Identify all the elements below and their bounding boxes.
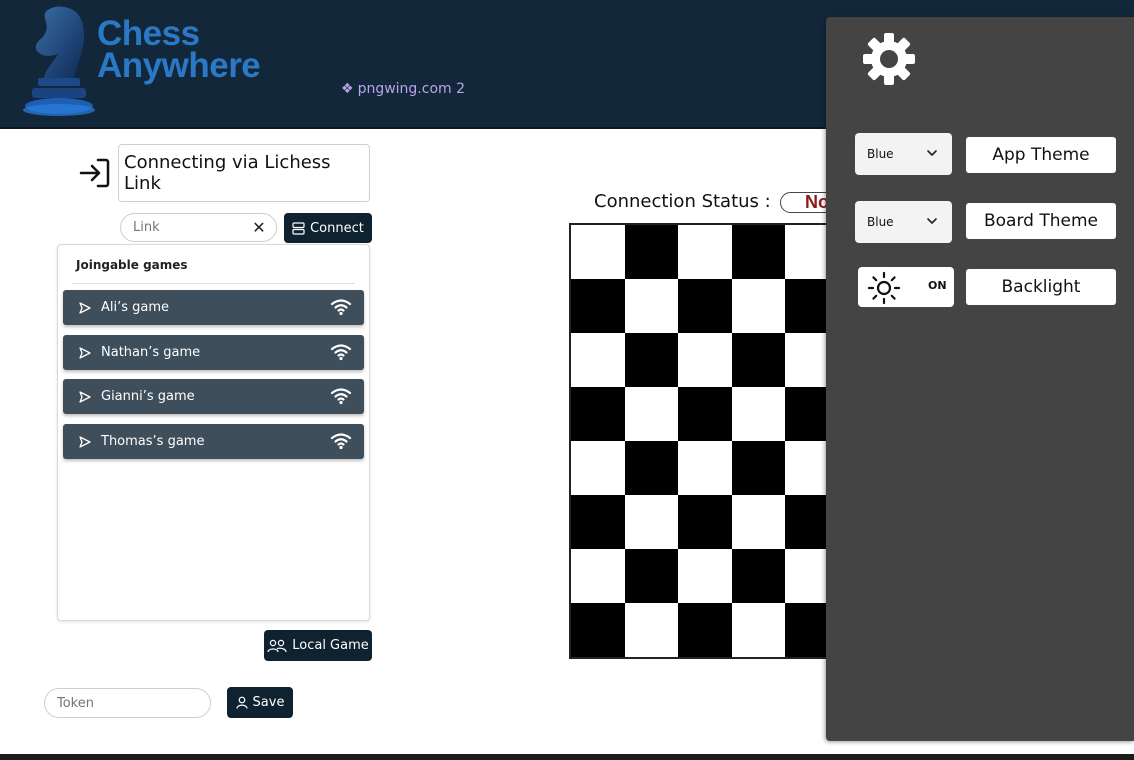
backlight-label: Backlight — [966, 269, 1116, 305]
board-square[interactable] — [571, 387, 625, 441]
joinable-games-panel: Joingable games Ali’s game Nathan’s game… — [57, 244, 370, 621]
board-square[interactable] — [624, 333, 678, 387]
game-item[interactable]: Thomas’s game — [63, 424, 364, 459]
watermark-icon: ❖ — [341, 81, 354, 97]
knight-logo-icon — [23, 6, 95, 116]
backlight-toggle[interactable]: ON — [858, 267, 954, 307]
board-square[interactable] — [678, 603, 732, 657]
board-square[interactable] — [678, 333, 732, 387]
board-square[interactable] — [571, 279, 625, 333]
app-logo-text: Chess Anywhere — [97, 16, 261, 85]
app-theme-label: App Theme — [966, 137, 1116, 173]
login-icon — [79, 158, 110, 188]
sun-icon — [867, 271, 901, 305]
game-item-label: Gianni’s game — [101, 389, 195, 404]
bottom-bar — [0, 754, 1134, 760]
board-square[interactable] — [731, 225, 785, 279]
connect-button[interactable]: Connect — [284, 213, 372, 243]
token-input[interactable] — [44, 688, 211, 718]
game-item[interactable]: Gianni’s game — [63, 379, 364, 414]
chevron-down-icon — [927, 150, 937, 156]
send-icon — [79, 390, 91, 403]
board-square[interactable] — [731, 603, 785, 657]
wifi-icon — [330, 344, 352, 361]
board-square[interactable] — [624, 549, 678, 603]
users-icon — [267, 639, 287, 652]
board-square[interactable] — [624, 279, 678, 333]
app-name-line2: Anywhere — [97, 46, 261, 85]
board-square[interactable] — [678, 387, 732, 441]
board-square[interactable] — [731, 441, 785, 495]
save-button-label: Save — [252, 695, 285, 710]
board-square[interactable] — [731, 549, 785, 603]
settings-panel: Blue App Theme Blue Board Theme ON Backl… — [826, 17, 1134, 741]
connection-title: Connecting via Lichess Link — [118, 144, 370, 202]
clear-link-icon[interactable]: ✕ — [252, 218, 266, 238]
save-button[interactable]: Save — [227, 687, 293, 718]
board-square[interactable] — [678, 549, 732, 603]
divider — [72, 283, 355, 284]
watermark: ❖ pngwing.com 2 — [341, 81, 465, 97]
board-square[interactable] — [678, 495, 732, 549]
board-theme-select[interactable]: Blue — [855, 201, 952, 243]
watermark-text: pngwing.com 2 — [357, 81, 466, 97]
send-icon — [79, 301, 91, 314]
game-item[interactable]: Nathan’s game — [63, 335, 364, 370]
app-theme-select[interactable]: Blue — [855, 133, 952, 175]
game-item[interactable]: Ali’s game — [63, 290, 364, 325]
board-square[interactable] — [571, 225, 625, 279]
board-square[interactable] — [624, 603, 678, 657]
server-icon — [292, 221, 305, 235]
wifi-icon — [330, 299, 352, 316]
board-square[interactable] — [678, 441, 732, 495]
board-square[interactable] — [624, 225, 678, 279]
backlight-state: ON — [928, 279, 947, 292]
board-square[interactable] — [731, 387, 785, 441]
board-square[interactable] — [624, 495, 678, 549]
board-square[interactable] — [731, 279, 785, 333]
board-square[interactable] — [731, 495, 785, 549]
wifi-icon — [330, 433, 352, 450]
board-square[interactable] — [678, 225, 732, 279]
gear-icon[interactable] — [859, 29, 919, 89]
board-theme-value: Blue — [867, 215, 894, 229]
board-square[interactable] — [624, 441, 678, 495]
board-theme-label: Board Theme — [966, 203, 1116, 239]
board-square[interactable] — [731, 333, 785, 387]
connect-button-label: Connect — [310, 220, 364, 236]
wifi-icon — [330, 388, 352, 405]
board-square[interactable] — [678, 279, 732, 333]
board-square[interactable] — [571, 495, 625, 549]
board-square[interactable] — [571, 549, 625, 603]
local-game-button[interactable]: Local Game — [264, 630, 372, 661]
game-item-label: Ali’s game — [101, 300, 170, 315]
board-square[interactable] — [624, 387, 678, 441]
chevron-down-icon — [927, 218, 937, 224]
board-square[interactable] — [571, 333, 625, 387]
board-square[interactable] — [571, 441, 625, 495]
connection-status-label: Connection Status : — [594, 191, 771, 212]
game-item-label: Thomas’s game — [101, 434, 205, 449]
board-square[interactable] — [571, 603, 625, 657]
send-icon — [79, 435, 91, 448]
app-theme-value: Blue — [867, 147, 894, 161]
game-item-label: Nathan’s game — [101, 345, 201, 360]
joinable-games-header: Joingable games — [76, 258, 188, 272]
send-icon — [79, 346, 91, 359]
user-icon — [235, 696, 248, 709]
local-game-label: Local Game — [292, 638, 369, 653]
